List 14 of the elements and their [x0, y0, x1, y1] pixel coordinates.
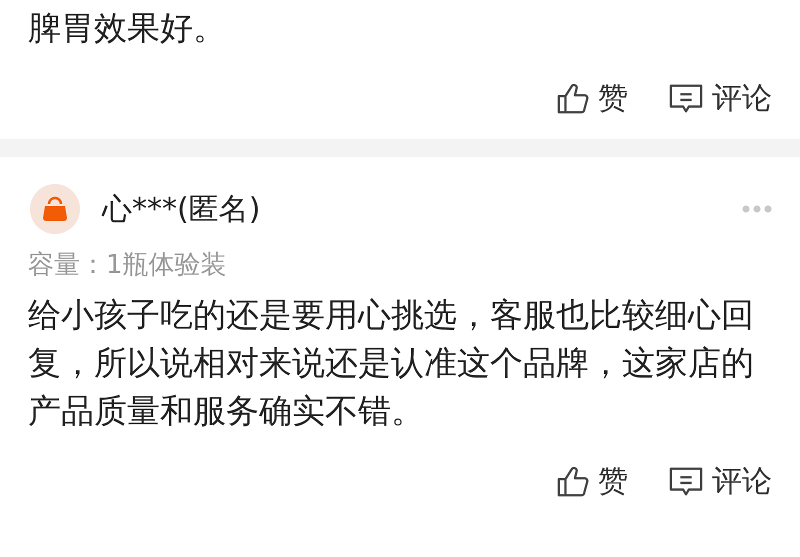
avatar-icon: [30, 184, 80, 234]
more-icon[interactable]: [742, 205, 772, 213]
like-button[interactable]: 赞: [556, 78, 628, 119]
comment-icon: [668, 82, 704, 116]
review-text: 脾胃效果好。: [28, 7, 227, 49]
review-text: 给小孩子吃的还是要用心挑选，客服也比较细心回复，所以说相对来说还是认准这个品牌，这家店的产品质量和服务确实不错。: [28, 294, 755, 432]
product-spec: 容量：1瓶体验装: [28, 249, 228, 282]
comment-button[interactable]: 评论: [668, 461, 772, 502]
thumbs-up-icon: [556, 82, 590, 116]
user-name: 心***(匿名): [102, 190, 262, 228]
thumbs-up-icon: [556, 464, 590, 498]
comment-icon: [668, 464, 704, 498]
like-button[interactable]: 赞: [556, 461, 628, 502]
comment-button[interactable]: 评论: [668, 78, 772, 119]
